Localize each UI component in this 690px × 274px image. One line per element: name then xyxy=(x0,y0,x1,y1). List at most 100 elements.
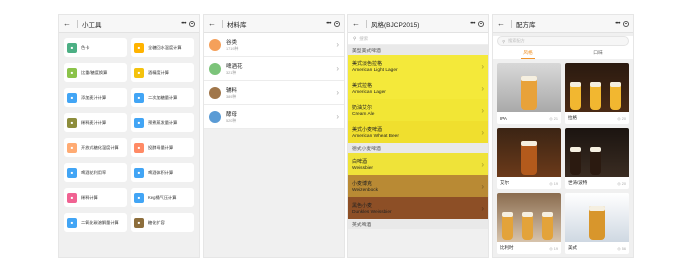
tool-item[interactable]: ■ 稀释计算 xyxy=(64,188,127,207)
recipe-card[interactable]: IPA ◎ 21 xyxy=(497,63,561,124)
close-circle-icon[interactable] xyxy=(623,20,629,27)
recipe-image xyxy=(497,193,561,242)
recipe-likes: ◎ 20 xyxy=(617,181,626,186)
recipe-card[interactable]: 艾尔 ◎ 19 xyxy=(497,128,561,189)
style-name-en: American Wheat Beer xyxy=(352,133,399,139)
tool-label: 比重/糖度换算 xyxy=(81,69,108,75)
page-title: 小工具 xyxy=(82,21,102,29)
ingredient-row[interactable]: 酵母 520种 › xyxy=(204,105,344,129)
nav-divider xyxy=(511,19,512,28)
tool-item[interactable]: ■ 二氧化碳溶解量计算 xyxy=(64,213,127,232)
search-placeholder: 搜索配方 xyxy=(508,38,525,43)
tool-item[interactable]: ■ Keg桶气压计算 xyxy=(131,188,194,207)
recipe-name: 比利时 xyxy=(500,245,514,250)
style-category-header: 美型美式啤酒 xyxy=(348,45,488,55)
ingredient-count: 321种 xyxy=(226,70,237,75)
tool-item[interactable]: ■ 色卡 xyxy=(64,38,127,57)
style-row[interactable]: 美式淡色拉格 American Light Lager › xyxy=(348,55,488,77)
close-circle-icon[interactable] xyxy=(334,20,340,27)
ingredient-count: 389种 xyxy=(226,94,237,99)
recipe-likes-count: 19 xyxy=(553,246,558,251)
style-name-en: Weizenbock xyxy=(352,187,379,193)
recipe-card[interactable]: 比利时 ◎ 19 xyxy=(497,193,561,254)
capsule-menu[interactable]: ••• xyxy=(470,20,484,27)
more-icon[interactable]: ••• xyxy=(326,21,331,27)
close-circle-icon[interactable] xyxy=(478,20,484,27)
ingredient-list: 谷类 1719种 › 啤酒花 321种 › 辅料 389种 › 酵母 520种 › xyxy=(204,33,344,129)
tools-grid: ■ 色卡 ■ 全糖回水温度计算 ■ 比重/糖度换算 ■ 酒精度计算 ■ 添加麦汁计算 ■ 二次加糖量计… xyxy=(59,33,199,237)
tool-item[interactable]: ■ 投酵母量计算 xyxy=(131,138,194,157)
capsule-menu[interactable]: ••• xyxy=(615,20,629,27)
tool-item[interactable]: ■ 啤酒花利用率 xyxy=(64,163,127,182)
back-arrow-icon[interactable]: ← xyxy=(352,19,362,28)
recipe-name: 世涛/波特 xyxy=(568,180,588,185)
tool-item[interactable]: ■ 开放式糖化温度计算 xyxy=(64,138,127,157)
style-row[interactable]: 黑色小麦 Dunkles Weissbier › xyxy=(348,197,488,219)
style-row[interactable]: 小麦博克 Weizenbock › xyxy=(348,175,488,197)
tool-item[interactable]: ■ 预煮蒸发量计算 xyxy=(131,113,194,132)
tool-label: 全糖回水温度计算 xyxy=(148,44,182,50)
recipe-card[interactable]: 拉格 ◎ 20 xyxy=(565,63,629,124)
chevron-right-icon: › xyxy=(481,83,484,93)
style-row[interactable]: 白啤酒 Weissbier › xyxy=(348,153,488,175)
ingredient-text: 酵母 520种 xyxy=(226,110,336,124)
volume-icon: ■ xyxy=(134,167,144,178)
close-circle-icon[interactable] xyxy=(189,20,195,27)
recipe-likes-count: 21 xyxy=(553,116,558,121)
tool-item[interactable]: ■ 酒精度计算 xyxy=(131,63,194,82)
ingredient-row[interactable]: 啤酒花 321种 › xyxy=(204,57,344,81)
style-row[interactable]: 美式小麦啤酒 American Wheat Beer › xyxy=(348,121,488,143)
recipe-card[interactable]: 美式 ◎ 56 xyxy=(565,193,629,254)
capsule-menu[interactable]: ••• xyxy=(326,20,340,27)
beer-glass-image xyxy=(521,76,537,110)
search-input[interactable]: ⚲ 搜索 xyxy=(348,33,488,45)
search-input[interactable]: ⚲ 搜索配方 xyxy=(497,36,629,46)
recipe-likes: ◎ 19 xyxy=(549,181,558,186)
style-row[interactable]: 美式拉格 American Lager › xyxy=(348,77,488,99)
style-name-zh: 美式淡色拉格 xyxy=(352,60,383,67)
recipe-card[interactable]: 世涛/波特 ◎ 20 xyxy=(565,128,629,189)
mash-expand-icon: ■ xyxy=(134,217,144,228)
style-text: 美式小麦啤酒 American Wheat Beer xyxy=(352,126,481,139)
color-card-icon: ■ xyxy=(67,42,77,53)
more-icon[interactable]: ••• xyxy=(615,21,620,27)
yeast-icon xyxy=(209,110,221,123)
tool-item[interactable]: ■ 添加麦汁计算 xyxy=(64,88,127,107)
recipe-meta: 艾尔 ◎ 19 xyxy=(497,177,561,189)
tool-item[interactable]: ■ 糖化扩容 xyxy=(131,213,194,232)
tab-style[interactable]: 风格 xyxy=(493,49,563,59)
more-icon[interactable]: ••• xyxy=(470,21,475,27)
hops-icon: ■ xyxy=(67,167,77,178)
tool-item[interactable]: ■ 全糖回水温度计算 xyxy=(131,38,194,57)
back-arrow-icon[interactable]: ← xyxy=(63,19,73,28)
page-title: 配方库 xyxy=(516,21,536,29)
back-arrow-icon[interactable]: ← xyxy=(208,19,218,28)
beer-glass-image xyxy=(522,212,533,240)
tool-item[interactable]: ■ 稀释麦汁计算 xyxy=(64,113,127,132)
tool-item[interactable]: ■ 二次加糖量计算 xyxy=(131,88,194,107)
ingredient-row[interactable]: 辅料 389种 › xyxy=(204,81,344,105)
style-row[interactable]: 奶油艾尔 Cream Ale › xyxy=(348,99,488,121)
beer-foam xyxy=(590,82,601,87)
page-title: 材料库 xyxy=(227,21,247,29)
tool-item[interactable]: ■ 比重/糖度换算 xyxy=(64,63,127,82)
tab-flavor[interactable]: 口味 xyxy=(563,49,633,59)
page-title: 风格(BJCP2015) xyxy=(371,21,420,29)
more-icon[interactable]: ••• xyxy=(181,21,186,27)
style-name-en: American Light Lager xyxy=(352,67,398,73)
ingredient-row[interactable]: 谷类 1719种 › xyxy=(204,33,344,57)
ingredient-name: 谷类 xyxy=(226,39,238,46)
search-icon: ⚲ xyxy=(353,35,357,41)
tool-item[interactable]: ■ 啤酒体积计算 xyxy=(131,163,194,182)
recipe-meta: 美式 ◎ 56 xyxy=(565,242,629,254)
beer-foam xyxy=(502,212,513,217)
tool-label: Keg桶气压计算 xyxy=(148,194,177,200)
capsule-menu[interactable]: ••• xyxy=(181,20,195,27)
tool-label: 啤酒体积计算 xyxy=(148,169,174,175)
tool-label: 糖化扩容 xyxy=(148,219,165,225)
dilute-icon: ■ xyxy=(67,117,77,128)
beer-glass-image xyxy=(590,147,601,175)
back-arrow-icon[interactable]: ← xyxy=(497,19,507,28)
beer-glass-image xyxy=(589,206,605,240)
alcohol-icon: ■ xyxy=(134,67,144,78)
